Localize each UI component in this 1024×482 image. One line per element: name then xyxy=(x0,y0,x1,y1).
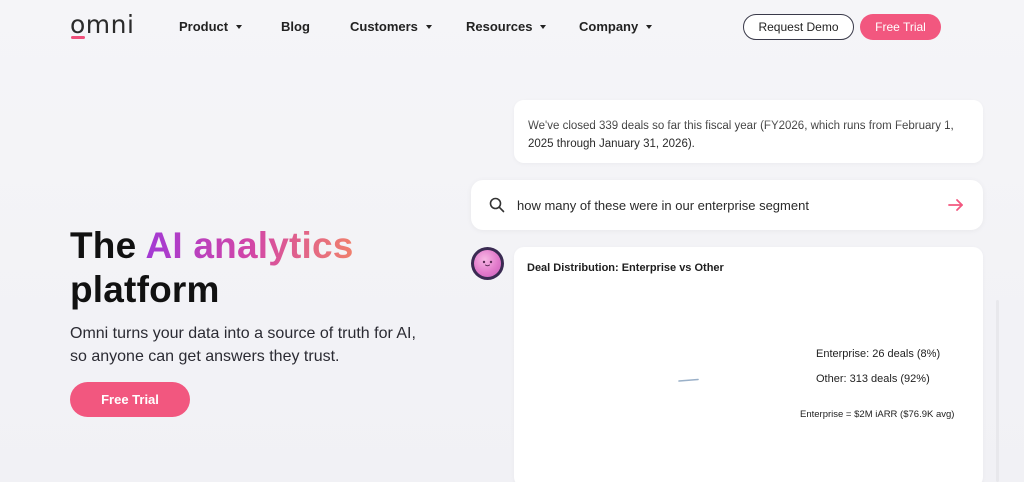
nav-blog-label: Blog xyxy=(281,19,310,34)
nav-company-label: Company xyxy=(579,19,639,34)
nav-customers-label: Customers xyxy=(350,19,418,34)
search-icon xyxy=(489,197,505,213)
chevron-down-icon xyxy=(540,24,547,29)
hero-title: The AI analytics platform xyxy=(70,224,354,312)
chevron-down-icon xyxy=(425,24,432,29)
query-input[interactable]: how many of these were in our enterprise… xyxy=(471,180,983,230)
hero-subtitle: Omni turns your data into a source of tr… xyxy=(70,325,416,365)
logo-accent xyxy=(71,36,85,39)
previous-answer-card: We've closed 339 deals so far this fisca… xyxy=(514,100,983,163)
chevron-down-icon xyxy=(646,24,653,29)
hero-title-highlight: AI analytics xyxy=(145,225,354,266)
arrow-right-icon[interactable] xyxy=(947,196,965,214)
request-demo-button[interactable]: Request Demo xyxy=(743,14,854,40)
free-trial-hero-button[interactable]: Free Trial xyxy=(70,382,190,417)
avatar-face xyxy=(474,250,501,277)
nav-blog[interactable]: Blog xyxy=(281,19,310,34)
query-text: how many of these were in our enterprise… xyxy=(517,198,809,213)
fade-overlay xyxy=(514,100,983,130)
chart-mark xyxy=(678,378,699,382)
top-navigation: omni Product Blog Customers Resources Co… xyxy=(0,0,1024,54)
legend-other: Other: 313 deals (92%) xyxy=(816,373,930,385)
chevron-down-icon xyxy=(236,24,243,29)
free-trial-nav-button[interactable]: Free Trial xyxy=(860,14,941,40)
omni-logo[interactable]: omni xyxy=(70,10,134,39)
result-title: Deal Distribution: Enterprise vs Other xyxy=(527,262,724,274)
legend-enterprise: Enterprise: 26 deals (8%) xyxy=(816,348,941,360)
face-icon xyxy=(482,260,493,267)
nav-resources-label: Resources xyxy=(466,19,533,34)
result-card: Deal Distribution: Enterprise vs Other E… xyxy=(514,247,983,482)
nav-product-label: Product xyxy=(179,19,229,34)
nav-resources[interactable]: Resources xyxy=(466,19,547,34)
hero-title-part1: The xyxy=(70,225,146,266)
scrollbar[interactable] xyxy=(996,300,999,482)
nav-customers[interactable]: Customers xyxy=(350,19,432,34)
hero-title-part2: platform xyxy=(70,269,220,310)
nav-company[interactable]: Company xyxy=(579,19,653,34)
enterprise-note: Enterprise = $2M iARR ($76.9K avg) xyxy=(800,409,955,420)
nav-product[interactable]: Product xyxy=(179,19,243,34)
ai-avatar-icon xyxy=(471,247,504,280)
